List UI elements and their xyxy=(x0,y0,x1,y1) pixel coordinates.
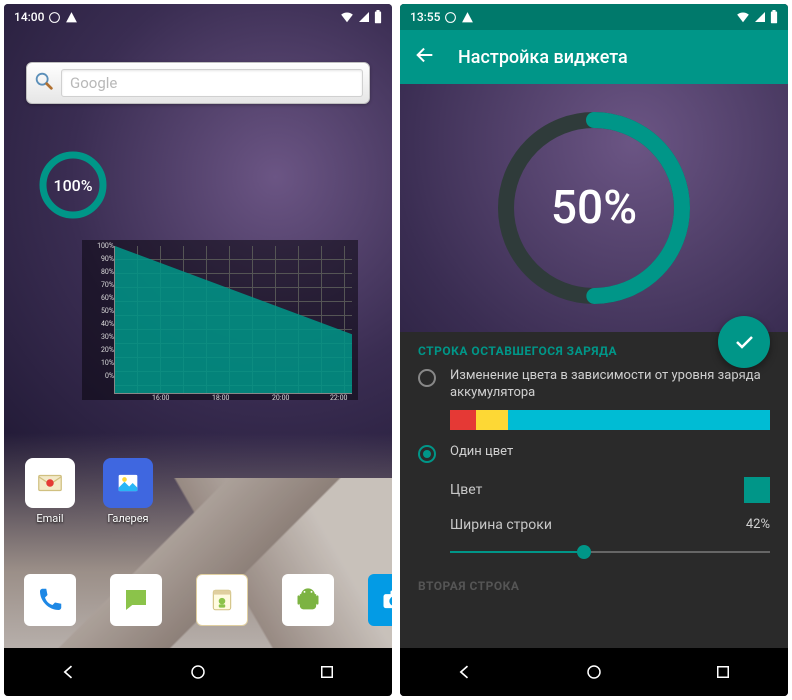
y-tick: 80% xyxy=(86,268,114,276)
setting-width: Ширина строки 42% xyxy=(450,517,770,533)
ring-percent: 100% xyxy=(38,150,108,220)
radio-single-color[interactable]: Один цвет xyxy=(418,444,770,463)
sync-icon xyxy=(48,11,61,24)
app-camera[interactable] xyxy=(366,574,392,626)
y-tick: 40% xyxy=(86,320,114,328)
chart-fill xyxy=(115,246,352,393)
camera-icon xyxy=(380,586,392,614)
signal-icon xyxy=(754,11,766,23)
width-slider[interactable] xyxy=(450,543,770,561)
check-icon xyxy=(732,330,756,354)
settings-panel[interactable]: СТРОКА ОСТАВШЕГОСЯ ЗАРЯДА Изменение цвет… xyxy=(400,332,788,648)
status-time: 14:00 xyxy=(14,10,44,24)
app-label: Галерея xyxy=(107,512,148,525)
search-input[interactable]: Google xyxy=(61,69,363,97)
radio-label: Один цвет xyxy=(450,444,513,461)
slider-thumb[interactable] xyxy=(577,545,591,559)
y-tick: 60% xyxy=(86,294,114,302)
battery-chart-widget[interactable]: 100% 90% 80% 70% 60% 50% 40% 30% 20% 10%… xyxy=(82,240,358,400)
nav-recents[interactable] xyxy=(711,660,735,684)
battery-icon xyxy=(374,10,382,24)
y-tick: 70% xyxy=(86,281,114,289)
nav-home[interactable] xyxy=(186,660,210,684)
width-value: 42% xyxy=(746,517,770,532)
dock-row xyxy=(22,574,392,626)
gradient-preview xyxy=(450,410,770,430)
app-android[interactable] xyxy=(280,574,336,626)
sync-icon xyxy=(444,11,457,24)
search-placeholder: Google xyxy=(70,74,117,92)
y-tick: 30% xyxy=(86,333,114,341)
appbar-title: Настройка виджета xyxy=(458,47,628,68)
widget-preview: 50% xyxy=(400,84,788,332)
app-label: Email xyxy=(36,512,63,525)
x-tick: 18:00 xyxy=(212,394,229,402)
nav-recents[interactable] xyxy=(315,660,339,684)
nav-back[interactable] xyxy=(453,660,477,684)
setting-label: Ширина строки xyxy=(450,517,746,533)
status-bar: 13:55 xyxy=(400,4,788,30)
signal-icon xyxy=(358,11,370,23)
section-second: ВТОРАЯ СТРОКА xyxy=(418,579,770,593)
warning-icon xyxy=(65,11,78,24)
battery-icon xyxy=(770,10,778,24)
x-tick: 20:00 xyxy=(272,394,289,402)
app-email[interactable]: Email xyxy=(22,458,78,525)
y-tick: 100% xyxy=(86,242,114,250)
photo-icon xyxy=(114,469,142,497)
y-tick: 20% xyxy=(86,346,114,354)
search-widget[interactable]: Google xyxy=(26,62,370,104)
radio-icon xyxy=(418,445,436,463)
app-phone[interactable] xyxy=(22,574,78,626)
phone-settings: 13:55 Настройка виджета 50% xyxy=(400,4,788,696)
preview-percent: 50% xyxy=(551,181,637,235)
section-remaining: СТРОКА ОСТАВШЕГОСЯ ЗАРЯДА xyxy=(418,344,770,358)
setting-label: Цвет xyxy=(450,482,744,498)
appbar: Настройка виджета xyxy=(400,30,788,84)
nav-back[interactable] xyxy=(57,660,81,684)
app-gallery[interactable]: Галерея xyxy=(100,458,156,525)
status-time: 13:55 xyxy=(410,10,440,24)
app-contacts[interactable] xyxy=(194,574,250,626)
chart-area xyxy=(114,246,352,394)
radio-label: Изменение цвета в зависимости от уровня … xyxy=(450,368,770,402)
message-icon xyxy=(121,585,151,615)
phone-home: 14:00 Google 100% xyxy=(4,4,392,696)
x-tick: 22:00 xyxy=(330,394,347,402)
y-tick: 10% xyxy=(86,359,114,367)
x-tick: 16:00 xyxy=(152,394,169,402)
battery-ring-widget[interactable]: 100% xyxy=(38,150,108,220)
setting-color[interactable]: Цвет xyxy=(450,477,770,503)
android-icon xyxy=(294,586,322,614)
nav-home[interactable] xyxy=(582,660,606,684)
app-row-1: Email Галерея xyxy=(22,458,156,525)
y-tick: 0% xyxy=(86,372,114,380)
search-icon xyxy=(33,70,55,96)
nav-bar xyxy=(400,648,788,696)
contacts-icon xyxy=(209,585,235,615)
envelope-icon xyxy=(35,468,65,498)
nav-bar xyxy=(4,648,392,696)
color-swatch[interactable] xyxy=(744,477,770,503)
y-tick: 90% xyxy=(86,255,114,263)
slider-fill xyxy=(450,551,584,553)
radio-icon xyxy=(418,369,436,387)
warning-icon xyxy=(461,11,474,24)
wifi-icon xyxy=(340,10,354,24)
radio-gradient[interactable]: Изменение цвета в зависимости от уровня … xyxy=(418,368,770,402)
app-messages[interactable] xyxy=(108,574,164,626)
confirm-fab[interactable] xyxy=(718,316,770,368)
y-tick: 50% xyxy=(86,307,114,315)
wifi-icon xyxy=(736,10,750,24)
back-button[interactable] xyxy=(414,44,436,70)
status-bar: 14:00 xyxy=(4,4,392,30)
phone-icon xyxy=(35,585,65,615)
